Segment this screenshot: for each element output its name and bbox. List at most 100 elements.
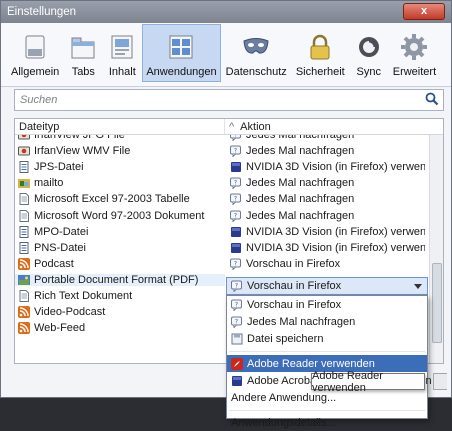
type-label: IrfanView JPG File [34, 135, 125, 142]
action-cell: NVIDIA 3D Vision (in Firefox) verwenden [225, 242, 425, 254]
scrollbar-thumb[interactable] [432, 263, 442, 343]
rss-icon [18, 257, 30, 270]
tab-sync[interactable]: Sync [350, 24, 388, 82]
action-cell: ? Jedes Mal nachfragen [225, 135, 425, 142]
table-row[interactable]: PNS-Datei NVIDIA 3D Vision (in Firefox) v… [15, 240, 443, 256]
action-label: Jedes Mal nachfragen [246, 135, 355, 142]
svg-text:?: ? [234, 180, 237, 187]
menu-item[interactable]: ? Jedes Mal nachfragen [227, 313, 427, 330]
tab-label: Inhalt [108, 66, 136, 78]
menu-item[interactable]: Anwendungsdetails... [227, 414, 427, 431]
column-header-action-label: Aktion [240, 121, 271, 133]
type-label: Microsoft Word 97-2003 Dokument [34, 209, 205, 222]
table-scrollbar[interactable] [429, 135, 443, 363]
type-cell: Podcast [15, 257, 225, 270]
type-cell: Web-Feed [15, 322, 225, 335]
rss-icon [18, 306, 30, 319]
acrobat-icon [231, 357, 243, 370]
tab-label: Sicherheit [295, 66, 345, 78]
tab-erweitert[interactable]: Erweitert [389, 24, 440, 82]
table-row[interactable]: mailto? Jedes Mal nachfragen [15, 175, 443, 191]
pdf-icon [18, 274, 30, 286]
tab-label: Tabs [71, 66, 95, 78]
nvidia-icon [231, 375, 243, 387]
search-input[interactable]: Suchen [14, 89, 444, 111]
action-label: NVIDIA 3D Vision (in Firefox) verwenden [246, 225, 425, 238]
action-cell: ? Jedes Mal nachfragen [225, 145, 425, 158]
tab-label: Allgemein [11, 66, 60, 78]
type-cell: mailto [15, 177, 225, 189]
type-label: Video-Podcast [34, 306, 106, 319]
search-icon[interactable] [425, 92, 439, 109]
svg-text:?: ? [234, 135, 237, 139]
table-row[interactable]: Microsoft Word 97-2003 Dokument ? Jedes Ma… [15, 207, 443, 223]
tab-inhalt[interactable]: Inhalt [103, 24, 141, 82]
menu-item[interactable]: Datei speichern [227, 330, 427, 347]
menu-separator [229, 347, 425, 352]
type-cell: MPO-Datei [15, 225, 225, 238]
page-icon [18, 209, 30, 222]
action-dropdown: ? Vorschau in Firefox? Jedes Mal nachfrage… [226, 295, 432, 429]
action-cell: NVIDIA 3D Vision (in Firefox) verwenden [225, 226, 425, 238]
svg-text:?: ? [234, 212, 237, 219]
ask-icon: ? [231, 316, 243, 329]
tab-allgemein[interactable]: Allgemein [7, 24, 63, 82]
type-label: Web-Feed [34, 322, 86, 335]
column-header-type[interactable]: Dateityp [15, 119, 225, 134]
type-label: Rich Text Dokument [34, 289, 133, 302]
type-label: JPS-Datei [34, 161, 84, 174]
tab-label: Anwendungen [146, 66, 217, 78]
tab-tabs[interactable]: Tabs [64, 24, 102, 82]
ask-icon: ? [230, 193, 242, 206]
rss-icon [18, 322, 30, 335]
page-icon [18, 289, 30, 302]
action-label: Jedes Mal nachfragen [246, 193, 355, 206]
tab-sicherheit[interactable]: Sicherheit [292, 24, 349, 82]
menu-item-label: Vorschau in Firefox [247, 298, 342, 311]
close-button[interactable]: x [403, 3, 445, 20]
title-bar: Einstellungen [1, 1, 451, 23]
action-label: NVIDIA 3D Vision (in Firefox) verwenden [246, 161, 425, 174]
mail-icon [18, 177, 30, 189]
table-header: Dateityp ^ Aktion [15, 119, 443, 135]
table-row[interactable]: MPO-Datei NVIDIA 3D Vision (in Firefox) v… [15, 224, 443, 240]
irfan-icon [18, 135, 30, 141]
tab-anwendungen[interactable]: Anwendungen [142, 24, 221, 82]
table-row[interactable]: IrfanView WMV File? Jedes Mal nachfragen [15, 143, 443, 159]
table-row[interactable]: JPS-Datei NVIDIA 3D Vision (in Firefox) v… [15, 159, 443, 175]
svg-text:?: ? [235, 318, 238, 325]
type-cell: JPS-Datei [15, 161, 225, 174]
type-cell: Microsoft Word 97-2003 Dokument [15, 209, 225, 222]
content-icon [107, 31, 137, 63]
irfan-icon [18, 145, 30, 157]
nvidia-icon [230, 226, 242, 238]
action-cell: ? Jedes Mal nachfragen [225, 210, 425, 222]
tab-label: Datenschutz [225, 66, 287, 78]
search-placeholder: Suchen [20, 94, 58, 106]
type-label: Microsoft Excel 97-2003 Tabelle [34, 193, 190, 206]
type-cell: Video-Podcast [15, 306, 225, 319]
column-header-action[interactable]: ^ Aktion [225, 119, 271, 134]
table-row[interactable]: Microsoft Excel 97-2003 Tabelle? Jedes Ma… [15, 191, 443, 207]
menu-item-label: Adobe Reader verwenden [247, 357, 375, 370]
doc-icon [18, 241, 30, 254]
tab-datenschutz[interactable]: Datenschutz [222, 24, 291, 82]
menu-item-label: Anwendungsdetails... [231, 416, 336, 429]
ask-icon: ? [231, 280, 243, 293]
action-combobox[interactable]: ? Vorschau in Firefox [226, 277, 428, 295]
side-button[interactable] [433, 373, 447, 390]
ask-icon: ? [230, 210, 242, 222]
ask-icon: ? [230, 135, 242, 142]
nvidia-icon [230, 161, 242, 173]
menu-item-label: Jedes Mal nachfragen [247, 315, 356, 328]
ask-icon: ? [230, 258, 242, 270]
action-label: Vorschau in Firefox [246, 257, 341, 270]
table-row[interactable]: IrfanView JPG File? Jedes Mal nachfragen [15, 135, 443, 143]
menu-item[interactable]: ? Vorschau in Firefox [227, 296, 427, 313]
doc-icon [18, 161, 30, 174]
preferences-toolbar: Allgemein Tabs Inhalt Anwendungen Datenschut… [1, 23, 451, 87]
table-row[interactable]: Podcast? Vorschau in Firefox [15, 256, 443, 272]
type-cell: PNS-Datei [15, 241, 225, 254]
tab-label: Erweitert [392, 66, 437, 78]
action-label: Jedes Mal nachfragen [246, 145, 355, 158]
